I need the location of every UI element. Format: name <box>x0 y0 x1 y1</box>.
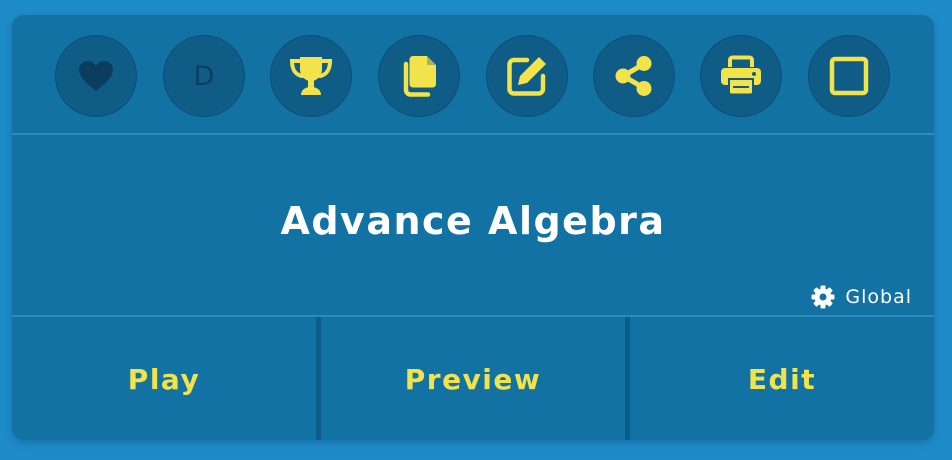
edit-button[interactable]: Edit <box>625 317 934 440</box>
trophy-button[interactable] <box>270 35 352 117</box>
preview-button[interactable]: Preview <box>316 317 625 440</box>
printer-icon <box>721 55 761 96</box>
difficulty-letter: D <box>193 60 215 92</box>
favorite-button[interactable] <box>55 35 137 117</box>
set-title: Advance Algebra <box>280 199 666 243</box>
gear-icon <box>811 285 835 309</box>
difficulty-button[interactable]: D <box>163 35 245 117</box>
share-button[interactable] <box>593 35 675 117</box>
print-button[interactable] <box>700 35 782 117</box>
select-button[interactable] <box>808 35 890 117</box>
scope-indicator: Global <box>811 285 912 309</box>
title-area: Advance Algebra Global <box>12 135 934 315</box>
set-card: D Advance Algebra Global Play Preview Ed… <box>12 15 934 440</box>
edit-icon-button[interactable] <box>486 35 568 117</box>
play-button[interactable]: Play <box>12 317 316 440</box>
checkbox-icon <box>829 56 869 96</box>
share-icon <box>615 56 652 96</box>
pencil-square-icon <box>507 57 546 96</box>
copy-icon <box>403 56 436 97</box>
scope-label: Global <box>845 286 912 308</box>
action-bar: Play Preview Edit <box>12 315 934 440</box>
copy-button[interactable] <box>378 35 460 117</box>
trophy-icon <box>289 57 333 95</box>
heart-icon <box>79 61 113 91</box>
card-toolbar: D <box>12 15 934 135</box>
